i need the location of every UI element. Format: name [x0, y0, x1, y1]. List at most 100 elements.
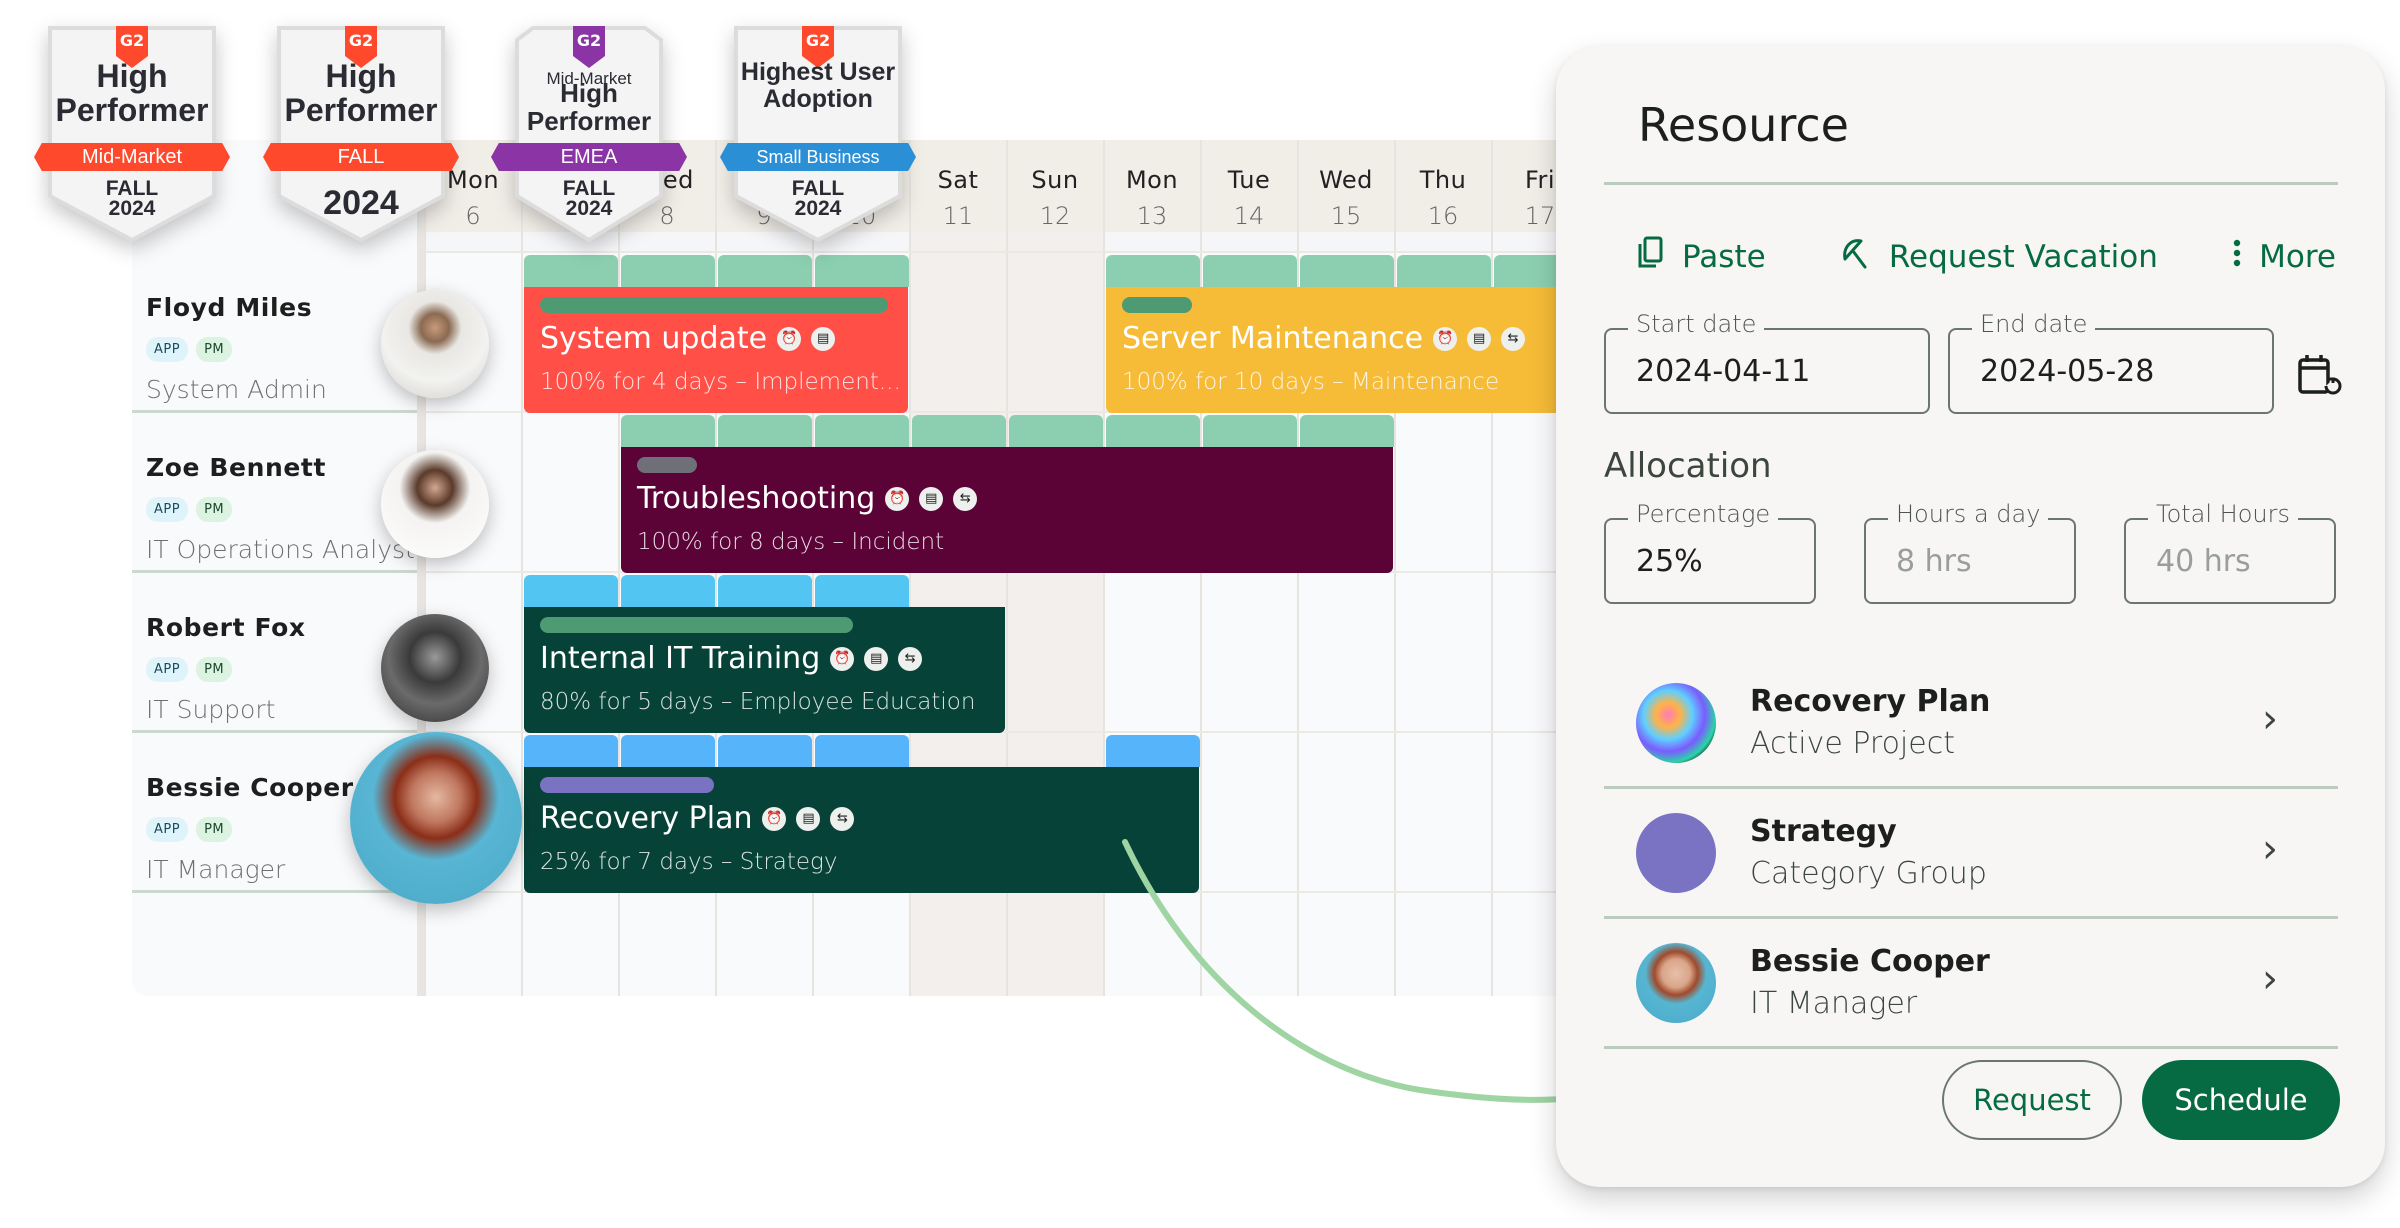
role-tag: PM [196, 337, 233, 362]
person-role: IT Operations Analyst [146, 535, 415, 564]
day-name: Thu [1419, 166, 1467, 194]
percentage-value: 25% [1636, 544, 1703, 579]
document-icon[interactable]: ▤ [1467, 326, 1492, 351]
request-vacation-button[interactable]: Request Vacation [1841, 237, 2158, 277]
badge-season: FALL [562, 177, 616, 200]
move-icon[interactable]: ⇆ [953, 486, 978, 511]
move-icon[interactable]: ⇆ [898, 646, 923, 671]
day-header[interactable]: Fri 17 [1492, 166, 1556, 230]
percentage-label: Percentage [1628, 500, 1779, 528]
list-item-bessie-cooper[interactable]: Bessie Cooper IT Manager › [1604, 920, 2338, 1046]
person-role: System Admin [146, 375, 327, 404]
person-avatar[interactable] [350, 732, 522, 904]
more-button[interactable]: More [2233, 239, 2336, 275]
person-row[interactable]: Floyd Miles APP PM System Admin [132, 253, 417, 411]
alarm-icon[interactable]: ⏰ [1433, 326, 1458, 351]
chevron-right-icon: › [2262, 696, 2278, 742]
availability-slot [718, 255, 812, 287]
request-button[interactable]: Request [1942, 1060, 2122, 1140]
availability-strip [524, 575, 1006, 607]
document-icon[interactable]: ▤ [864, 646, 889, 671]
day-header[interactable]: Sun 12 [1007, 166, 1103, 230]
booking-subtitle: 100% for 8 days – Incident [637, 529, 945, 555]
availability-slot [815, 575, 909, 607]
category-color-dot [1636, 813, 1716, 893]
badge-ribbon: Mid-Market [34, 143, 230, 171]
booking-subtitle: 80% for 5 days – Employee Education [540, 689, 976, 715]
availability-strip [524, 735, 1200, 767]
document-icon[interactable]: ▤ [919, 486, 944, 511]
schedule-button[interactable]: Schedule [2142, 1060, 2340, 1140]
availability-slot [718, 415, 812, 447]
day-number: 17 [1524, 202, 1556, 230]
move-icon[interactable]: ⇆ [1501, 326, 1526, 351]
badge-title: High [560, 78, 618, 108]
person-row[interactable]: Robert Fox APP PM IT Support [132, 573, 417, 731]
booking-bar[interactable]: Server Maintenance ⏰ ▤ ⇆ 100% for 10 days –… [1106, 287, 1556, 413]
booking-bar[interactable]: System update ⏰ ▤ 100% for 4 days – Implem… [524, 287, 908, 413]
calendar-reset-icon[interactable] [2296, 352, 2342, 402]
person-row[interactable]: Zoe Bennett APP PM IT Operations Analyst [132, 413, 417, 571]
availability-slot [718, 575, 812, 607]
day-number: 15 [1330, 202, 1362, 230]
alarm-icon[interactable]: ⏰ [777, 326, 802, 351]
day-header[interactable]: Sat 11 [910, 166, 1006, 230]
person-name: Bessie Cooper [146, 773, 354, 802]
tag-list: APP PM [146, 337, 233, 362]
divider [1604, 182, 2338, 185]
alarm-icon[interactable]: ⏰ [885, 486, 910, 511]
list-item-recovery-plan[interactable]: Recovery Plan Active Project › [1604, 660, 2338, 786]
booking-subtitle: 25% for 7 days – Strategy [540, 849, 838, 875]
day-number: 14 [1233, 202, 1265, 230]
badge-ribbon: FALL [263, 143, 459, 171]
booking-bar[interactable]: Internal IT Training ⏰ ▤ ⇆ 80% for 5 days –… [524, 607, 1005, 733]
booking-title: Recovery Plan [540, 801, 753, 836]
availability-strip [621, 415, 1394, 447]
hours-a-day-field[interactable]: Hours a day 8 hrs [1864, 500, 2076, 604]
tag-list: APP PM [146, 817, 233, 842]
start-date-field[interactable]: Start date 2024-04-11 [1604, 310, 1930, 414]
alarm-icon[interactable]: ⏰ [762, 806, 787, 831]
percentage-field[interactable]: Percentage 25% [1604, 500, 1816, 604]
day-header[interactable]: Mon 13 [1104, 166, 1200, 230]
total-hours-field[interactable]: Total Hours 40 hrs [2124, 500, 2336, 604]
badge-title: Performer [55, 92, 209, 128]
day-header[interactable]: Thu 16 [1395, 166, 1491, 230]
badge-title: Highest User [740, 58, 896, 86]
booking-bar[interactable]: Troubleshooting ⏰ ▤ ⇆ 100% for 8 days – Inc… [621, 447, 1393, 573]
booking-title-row: System update ⏰ ▤ [540, 321, 836, 356]
g2-logo-icon: G2 [119, 31, 145, 50]
document-icon[interactable]: ▤ [811, 326, 836, 351]
booking-bar[interactable]: Recovery Plan ⏰ ▤ ⇆ 25% for 7 days – Strate… [524, 767, 1199, 893]
booking-title-row: Server Maintenance ⏰ ▤ ⇆ [1122, 321, 1526, 356]
allocation-heading: Allocation [1604, 446, 1772, 486]
availability-slot [1106, 415, 1200, 447]
list-item-strategy[interactable]: Strategy Category Group › [1604, 790, 2338, 916]
divider [1604, 1046, 2338, 1049]
document-icon[interactable]: ▤ [796, 806, 821, 831]
alarm-icon[interactable]: ⏰ [830, 646, 855, 671]
availability-slot [621, 415, 715, 447]
list-item-title: Strategy [1750, 814, 1897, 849]
person-avatar[interactable] [381, 450, 489, 558]
project-avatar [1636, 683, 1716, 763]
day-header[interactable]: Tue 14 [1201, 166, 1297, 230]
person-avatar[interactable] [381, 614, 489, 722]
person-avatar[interactable] [381, 290, 489, 398]
end-date-field[interactable]: End date 2024-05-28 [1948, 310, 2274, 414]
booking-progress [540, 777, 714, 793]
badge-season: FALL [105, 177, 159, 200]
badge-ribbon: Small Business [720, 143, 916, 171]
day-header[interactable]: Wed 15 [1298, 166, 1394, 230]
person-name: Floyd Miles [146, 293, 313, 322]
start-date-label: Start date [1628, 310, 1765, 338]
booking-subtitle: 100% for 10 days – Maintenance [1122, 369, 1500, 395]
badge-season: 2024 [565, 197, 613, 220]
move-icon[interactable]: ⇆ [830, 806, 855, 831]
availability-slot [718, 735, 812, 767]
role-tag: APP [146, 497, 189, 522]
paste-button[interactable]: Paste [1636, 236, 1766, 278]
badge-season: 2024 [323, 184, 399, 222]
day-name: Fri [1524, 166, 1556, 194]
action-toolbar: Paste Request Vacation More [1636, 236, 2336, 278]
